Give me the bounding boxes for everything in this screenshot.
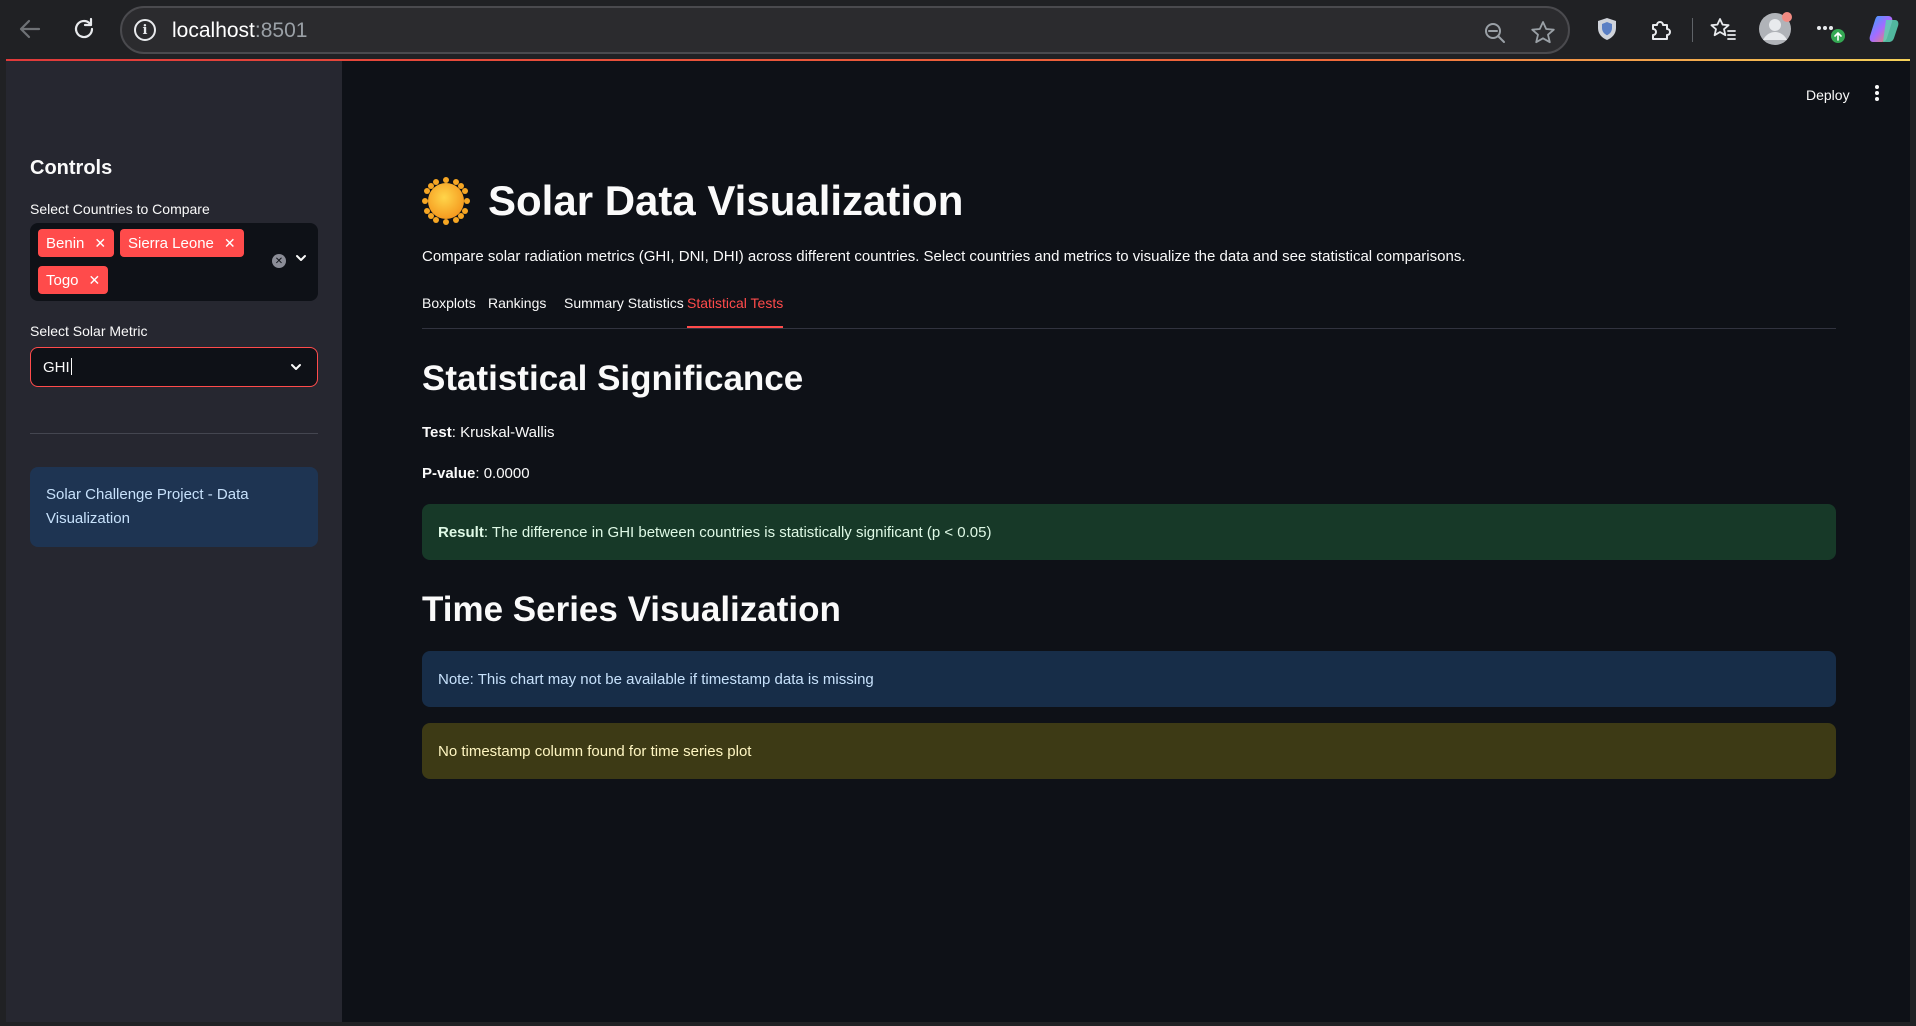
- main-menu-icon[interactable]: [1874, 85, 1880, 103]
- remove-chip-icon[interactable]: ✕: [224, 235, 236, 252]
- tab-rankings[interactable]: Rankings: [488, 295, 546, 328]
- significance-heading: Statistical Significance: [422, 359, 804, 398]
- chevron-down-icon[interactable]: [294, 251, 308, 265]
- sun-emoji-icon: [422, 177, 470, 225]
- sidebar-title: Controls: [30, 157, 113, 179]
- more-options-icon[interactable]: [1812, 12, 1846, 46]
- reload-button[interactable]: [66, 11, 102, 47]
- copilot-icon[interactable]: [1868, 12, 1902, 46]
- url-text[interactable]: localhost:8501: [172, 19, 307, 43]
- streamlit-app: Controls Select Countries to Compare Ben…: [6, 61, 1910, 1022]
- countries-label: Select Countries to Compare: [30, 201, 210, 217]
- remove-chip-icon[interactable]: ✕: [94, 235, 106, 252]
- pvalue-line: P-value: 0.0000: [422, 465, 530, 482]
- tab-bar: Boxplots Rankings Summary Statistics Sta…: [422, 285, 1836, 329]
- tab-summary-statistics[interactable]: Summary Statistics: [564, 295, 684, 328]
- metric-value: GHI: [43, 359, 70, 376]
- favorite-star-icon[interactable]: [1530, 20, 1556, 46]
- profile-avatar-icon[interactable]: [1758, 12, 1792, 46]
- text-cursor: [70, 358, 72, 375]
- browser-toolbar: i localhost:8501: [0, 0, 1916, 60]
- countries-multiselect[interactable]: Benin ✕ Sierra Leone ✕ Togo ✕ ✕: [30, 223, 318, 301]
- clear-all-icon[interactable]: ✕: [272, 254, 286, 268]
- site-info-icon[interactable]: i: [134, 19, 156, 41]
- zoom-out-icon[interactable]: [1482, 20, 1508, 46]
- address-bar[interactable]: i localhost:8501: [120, 6, 1570, 54]
- chevron-down-icon[interactable]: [289, 360, 303, 374]
- back-button[interactable]: [12, 11, 48, 47]
- page-title: Solar Data Visualization: [488, 177, 964, 224]
- metric-select[interactable]: GHI: [30, 347, 318, 387]
- country-chip-togo[interactable]: Togo ✕: [38, 266, 109, 294]
- back-arrow-icon: [19, 19, 41, 39]
- deploy-button[interactable]: Deploy: [1806, 87, 1850, 103]
- sidebar-info-text: Solar Challenge Project - Data Visualiza…: [46, 486, 249, 527]
- tab-boxplots[interactable]: Boxplots: [422, 295, 476, 328]
- page-subtitle: Compare solar radiation metrics (GHI, DN…: [422, 248, 1466, 265]
- toolbar-separator: [1692, 18, 1693, 42]
- country-chip-sierra-leone[interactable]: Sierra Leone ✕: [120, 229, 244, 257]
- remove-chip-icon[interactable]: ✕: [89, 272, 101, 289]
- country-chip-benin[interactable]: Benin ✕: [38, 229, 115, 257]
- tab-statistical-tests[interactable]: Statistical Tests: [687, 295, 784, 328]
- title-row: Solar Data Visualization: [422, 177, 963, 225]
- shield-extension-icon[interactable]: [1590, 12, 1624, 46]
- metric-label: Select Solar Metric: [30, 323, 148, 339]
- timeseries-warning-alert: No timestamp column found for time serie…: [422, 723, 1836, 779]
- timeseries-heading: Time Series Visualization: [422, 590, 841, 629]
- extensions-puzzle-icon[interactable]: [1644, 12, 1678, 46]
- sidebar: Controls Select Countries to Compare Ben…: [6, 61, 342, 1022]
- reload-icon: [74, 17, 94, 39]
- favorites-icon[interactable]: [1706, 12, 1740, 46]
- timeseries-note-alert: Note: This chart may not be available if…: [422, 651, 1836, 707]
- sidebar-divider: [30, 433, 318, 434]
- sidebar-info-box: Solar Challenge Project - Data Visualiza…: [30, 467, 318, 547]
- result-success-alert: Result: The difference in GHI between co…: [422, 504, 1836, 560]
- test-line: Test: Kruskal-Wallis: [422, 424, 555, 441]
